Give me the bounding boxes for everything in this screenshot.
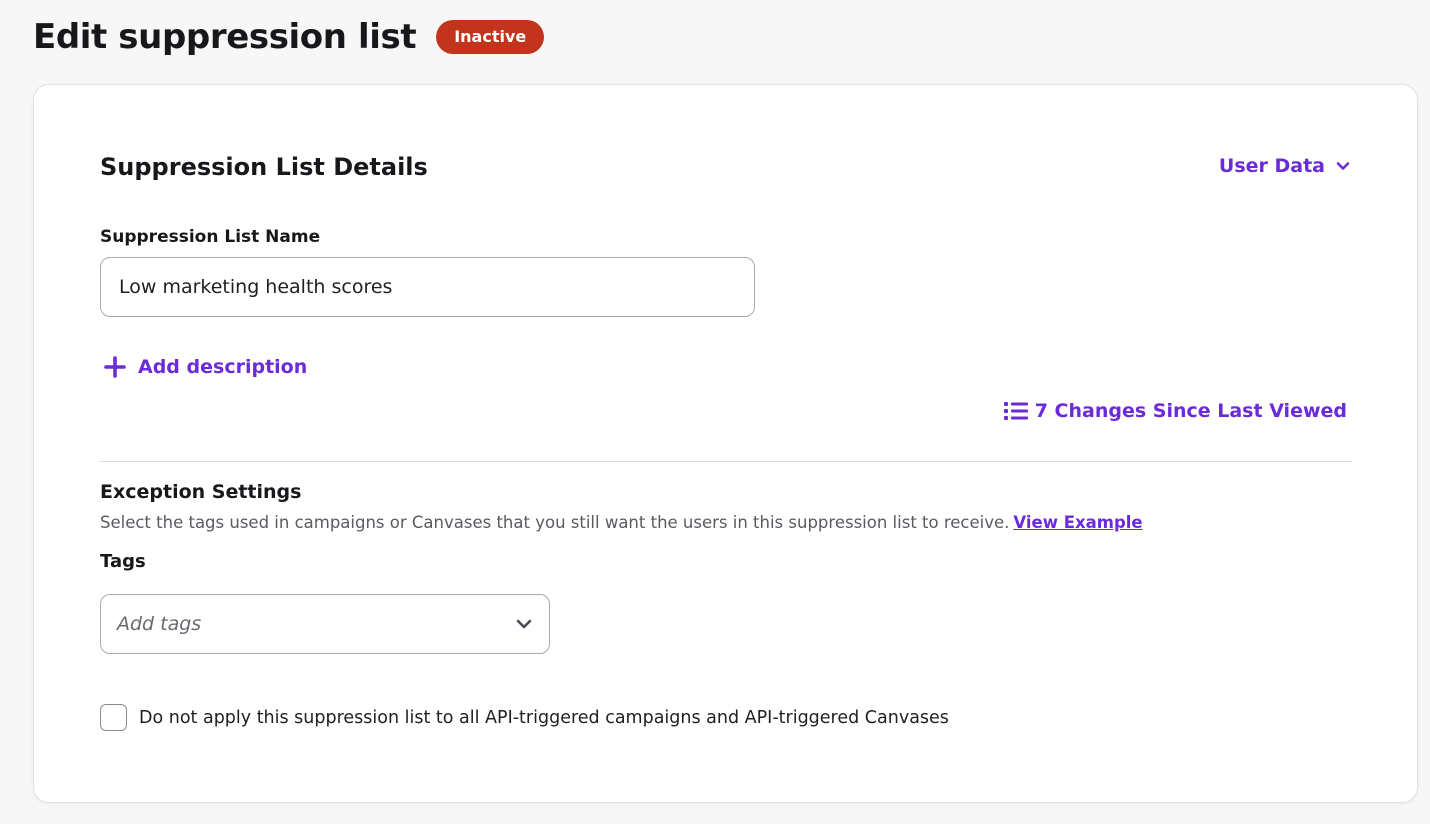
view-example-link[interactable]: View Example — [1013, 513, 1142, 532]
exception-description-text: Select the tags used in campaigns or Can… — [100, 513, 1010, 532]
tags-label: Tags — [100, 551, 146, 572]
suppression-list-card: Suppression List Details User Data Suppr… — [33, 84, 1418, 803]
tags-placeholder: Add tags — [117, 613, 202, 635]
api-triggered-checkbox[interactable] — [100, 704, 127, 731]
name-field-label: Suppression List Name — [100, 227, 321, 247]
page-title: Edit suppression list — [33, 17, 417, 57]
add-description-button[interactable]: Add description — [104, 356, 307, 378]
section-title: Suppression List Details — [100, 153, 428, 181]
plus-icon — [104, 356, 126, 378]
tags-select[interactable]: Add tags — [100, 594, 550, 654]
api-triggered-option: Do not apply this suppression list to al… — [100, 704, 949, 731]
user-data-label: User Data — [1218, 155, 1325, 177]
user-data-dropdown[interactable]: User Data — [1219, 155, 1351, 177]
section-divider — [100, 461, 1352, 462]
status-badge: Inactive — [436, 20, 545, 54]
api-triggered-checkbox-label[interactable]: Do not apply this suppression list to al… — [139, 708, 949, 728]
changes-label: 7 Changes Since Last Viewed — [1034, 400, 1347, 422]
exception-settings-description: Select the tags used in campaigns or Can… — [100, 513, 1143, 532]
chevron-down-icon — [1336, 162, 1350, 170]
chevron-down-icon — [516, 619, 532, 629]
list-icon — [1003, 402, 1028, 420]
suppression-list-name-input[interactable] — [100, 257, 755, 317]
changes-since-last-viewed-link[interactable]: 7 Changes Since Last Viewed — [1003, 400, 1347, 422]
page-header: Edit suppression list Inactive — [33, 12, 545, 62]
exception-settings-title: Exception Settings — [100, 481, 302, 503]
add-description-label: Add description — [138, 356, 308, 378]
